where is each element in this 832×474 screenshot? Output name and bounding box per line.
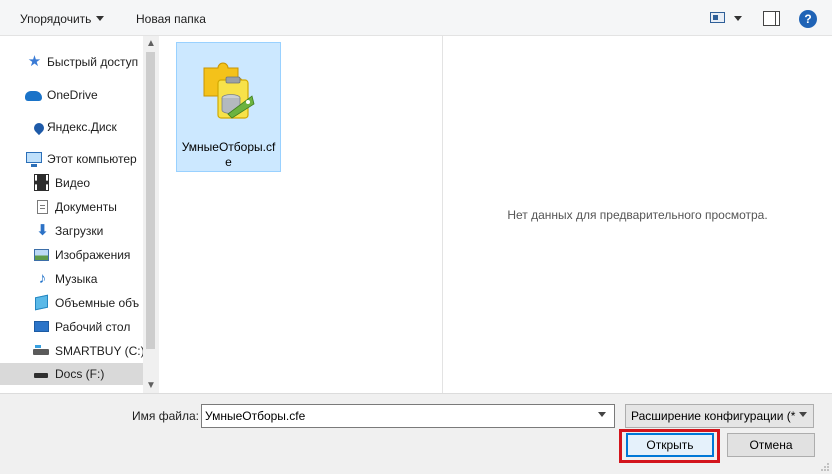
scroll-up-arrow-icon[interactable]: ▲ bbox=[146, 39, 156, 49]
drive-icon bbox=[33, 345, 49, 355]
nav-item-label: OneDrive bbox=[47, 88, 98, 102]
scroll-down-arrow-icon[interactable]: ▼ bbox=[146, 381, 156, 391]
nav-item-label: Загрузки bbox=[55, 224, 104, 238]
nav-item-onedrive[interactable]: OneDrive bbox=[0, 84, 143, 106]
nav-item-pictures[interactable]: Изображения bbox=[0, 244, 143, 266]
chevron-down-icon bbox=[96, 16, 105, 22]
chevron-down-icon[interactable] bbox=[598, 412, 606, 417]
chevron-down-icon[interactable] bbox=[799, 412, 807, 417]
preview-pane: Нет данных для предварительного просмотр… bbox=[443, 36, 832, 393]
open-button[interactable]: Открыть bbox=[626, 433, 714, 457]
cloud-icon bbox=[25, 91, 42, 101]
nav-item-quick-access[interactable]: ★ Быстрый доступ bbox=[0, 51, 143, 73]
nav-item-label: Документы bbox=[55, 200, 117, 214]
nav-item-drive-f[interactable]: Docs (F:) bbox=[0, 363, 143, 385]
file-item[interactable]: УмныеОтборы.cfe bbox=[176, 42, 281, 172]
documents-icon bbox=[37, 200, 48, 214]
help-icon[interactable]: ? bbox=[799, 10, 817, 28]
downloads-icon: ⬇ bbox=[36, 222, 49, 239]
nav-item-downloads[interactable]: ⬇ Загрузки bbox=[0, 220, 143, 242]
nav-item-music[interactable]: ♪ Музыка bbox=[0, 268, 143, 290]
scrollbar-thumb[interactable] bbox=[146, 52, 155, 349]
nav-item-label: Рабочий стол bbox=[55, 320, 131, 334]
usb-drive-icon bbox=[34, 373, 48, 378]
nav-item-label: Яндекс.Диск bbox=[47, 120, 117, 134]
filename-label: Имя файла: bbox=[132, 409, 199, 423]
video-icon bbox=[34, 174, 49, 191]
view-icon bbox=[710, 12, 725, 23]
file-list: УмныеОтборы.cfe bbox=[159, 36, 442, 393]
nav-item-label: Объемные объ bbox=[55, 296, 140, 310]
star-icon: ★ bbox=[27, 53, 42, 70]
toolbar: Упорядочить Новая папка ? bbox=[0, 0, 832, 36]
nav-item-3d-objects[interactable]: Объемные объ bbox=[0, 292, 143, 314]
nav-item-label: Быстрый доступ bbox=[47, 55, 139, 69]
computer-icon bbox=[26, 152, 42, 167]
preview-empty-message: Нет данных для предварительного просмотр… bbox=[507, 208, 768, 222]
3d-objects-icon bbox=[35, 294, 48, 311]
organize-label: Упорядочить bbox=[20, 12, 92, 26]
organize-menu-button[interactable]: Упорядочить bbox=[20, 10, 105, 28]
nav-item-label: Изображения bbox=[55, 248, 131, 262]
nav-item-label: SMARTBUY (C:) bbox=[55, 344, 143, 358]
new-folder-button[interactable]: Новая папка bbox=[136, 10, 206, 28]
nav-item-yandex-disk[interactable]: Яндекс.Диск bbox=[0, 116, 143, 138]
nav-item-desktop[interactable]: Рабочий стол bbox=[0, 316, 143, 338]
nav-item-label: Docs (F:) bbox=[55, 367, 105, 381]
music-icon: ♪ bbox=[38, 270, 47, 287]
nav-item-documents[interactable]: Документы bbox=[0, 196, 143, 218]
nav-scrollbar[interactable]: ▲ ▼ bbox=[143, 36, 158, 393]
resize-grip-icon[interactable] bbox=[820, 462, 830, 472]
file-type-select[interactable]: Расширение конфигурации (* bbox=[625, 404, 814, 428]
filename-input[interactable] bbox=[201, 404, 615, 428]
nav-item-label: Музыка bbox=[55, 272, 98, 286]
desktop-icon bbox=[34, 321, 49, 332]
nav-item-label: Видео bbox=[55, 176, 91, 190]
yandex-disk-icon bbox=[31, 120, 47, 136]
configuration-extension-icon bbox=[203, 62, 255, 119]
pictures-icon bbox=[34, 249, 49, 261]
nav-item-videos[interactable]: Видео bbox=[0, 172, 143, 194]
nav-item-label: Этот компьютер bbox=[47, 152, 137, 166]
nav-item-this-pc[interactable]: Этот компьютер bbox=[0, 148, 143, 170]
file-name: УмныеОтборы.cfe bbox=[181, 140, 276, 169]
change-view-button[interactable] bbox=[708, 10, 746, 26]
nav-item-drive-c[interactable]: SMARTBUY (C:) bbox=[0, 340, 143, 362]
chevron-down-icon bbox=[734, 16, 742, 21]
preview-pane-toggle-icon[interactable] bbox=[763, 11, 780, 26]
cancel-button[interactable]: Отмена bbox=[727, 433, 815, 457]
navigation-pane: ★ Быстрый доступ OneDrive Яндекс.Диск Эт… bbox=[0, 36, 158, 393]
